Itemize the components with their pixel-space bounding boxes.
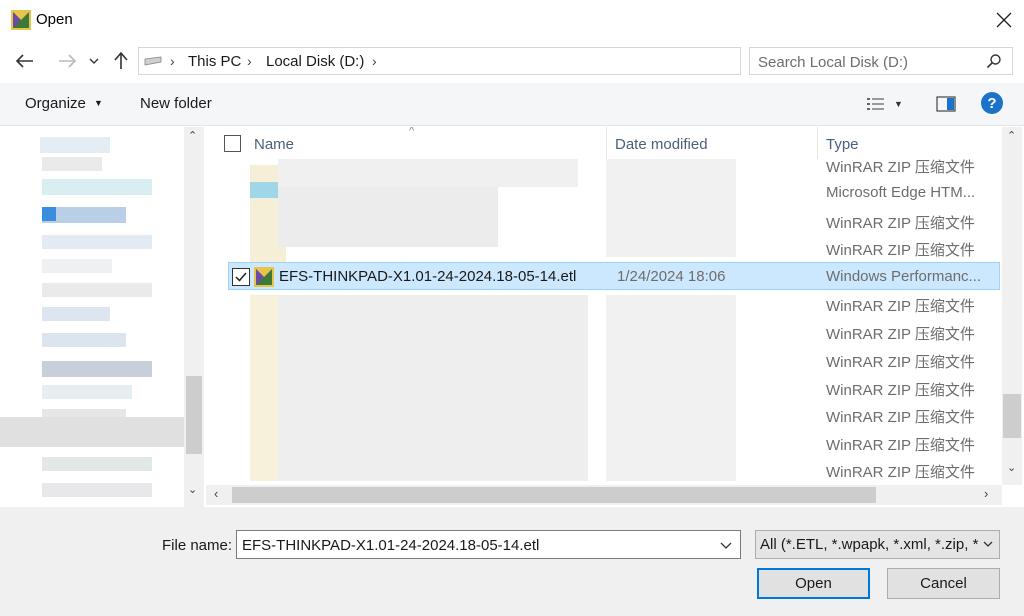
breadcrumb-separator: ›	[170, 53, 175, 69]
nav-pane-scroll-thumb[interactable]	[186, 376, 202, 454]
breadcrumb-this-pc[interactable]: This PC	[188, 53, 241, 70]
file-row[interactable]: WinRAR ZIP 压缩文件	[206, 374, 1002, 402]
caret-down-icon: ▼	[894, 99, 903, 109]
file-type: WinRAR ZIP 压缩文件	[826, 298, 975, 315]
file-date: 1/24/2024 18:06	[617, 268, 726, 285]
arrow-right-icon	[59, 54, 76, 68]
file-name: EFS-THINKPAD-X1.01-24-2024.18-05-14.etl	[279, 268, 577, 285]
organize-label: Organize	[25, 95, 86, 112]
file-type: WinRAR ZIP 压缩文件	[826, 354, 975, 371]
search-input[interactable]	[758, 52, 978, 72]
open-button[interactable]: Open	[757, 568, 870, 599]
search-box[interactable]	[749, 47, 1013, 75]
recent-locations-button[interactable]	[84, 47, 104, 75]
scroll-down-icon[interactable]: ⌄	[1007, 461, 1016, 474]
file-type: Microsoft Edge HTM...	[826, 184, 976, 201]
file-type-filter[interactable]: All (*.ETL, *.wpapk, *.xml, *.zip, *	[755, 530, 1000, 559]
checkmark-icon	[235, 272, 247, 282]
drive-icon	[144, 56, 162, 66]
scroll-left-icon[interactable]: ‹	[214, 486, 218, 501]
file-type: WinRAR ZIP 压缩文件	[826, 326, 975, 343]
file-row[interactable]: WinRAR ZIP 压缩文件	[206, 290, 1002, 318]
file-name-combobox[interactable]	[236, 530, 741, 559]
app-icon	[11, 10, 31, 30]
preview-pane-icon	[936, 96, 956, 112]
file-type: WinRAR ZIP 压缩文件	[826, 437, 975, 454]
chevron-down-icon	[983, 541, 993, 547]
file-row[interactable]: WinRAR ZIP 压缩文件	[206, 207, 1002, 235]
toolbar: Organize ▼ New folder ▼ ?	[0, 83, 1024, 126]
address-bar[interactable]: › This PC › Local Disk (D:) ›	[138, 47, 872, 75]
file-name-input[interactable]	[242, 535, 712, 555]
scroll-up-icon[interactable]: ⌃	[188, 129, 197, 142]
bottom-panel	[0, 507, 1024, 616]
chevron-down-icon[interactable]	[720, 536, 732, 554]
scroll-down-icon[interactable]: ⌄	[188, 483, 197, 496]
title-bar	[0, 0, 1024, 40]
file-row[interactable]: WinRAR ZIP 压缩文件	[206, 401, 1002, 429]
file-type-filter-value: All (*.ETL, *.wpapk, *.xml, *.zip, *	[760, 536, 979, 553]
file-name-label: File name:	[162, 537, 233, 554]
breadcrumb-local-disk[interactable]: Local Disk (D:)	[266, 53, 364, 70]
arrow-left-icon	[16, 54, 33, 68]
file-row[interactable]: Microsoft Edge HTM...	[206, 179, 1002, 207]
cancel-button[interactable]: Cancel	[887, 568, 1000, 599]
file-row[interactable]: WinRAR ZIP 压缩文件	[206, 346, 1002, 374]
search-icon	[986, 54, 1001, 69]
scroll-right-icon[interactable]: ›	[984, 486, 988, 501]
file-type: Windows Performanc...	[826, 268, 982, 285]
breadcrumb-separator: ›	[372, 53, 377, 69]
new-folder-button[interactable]: New folder	[140, 95, 212, 112]
select-all-checkbox[interactable]	[224, 135, 241, 152]
breadcrumb-separator: ›	[247, 53, 252, 69]
file-list-scroll-thumb[interactable]	[1003, 394, 1021, 438]
organize-button[interactable]: Organize ▼	[25, 95, 103, 112]
file-row[interactable]: WinRAR ZIP 压缩文件	[206, 456, 1002, 484]
details-view-icon	[867, 98, 884, 110]
file-type: WinRAR ZIP 压缩文件	[826, 382, 975, 399]
file-type: WinRAR ZIP 压缩文件	[826, 242, 975, 259]
change-view-button[interactable]: ▼	[866, 93, 912, 115]
help-button[interactable]: ?	[981, 92, 1003, 114]
close-button[interactable]	[984, 0, 1024, 40]
caret-down-icon: ▼	[94, 98, 103, 108]
preview-pane-button[interactable]	[934, 93, 958, 115]
file-type: WinRAR ZIP 压缩文件	[826, 464, 975, 481]
up-button[interactable]	[108, 47, 134, 75]
close-icon	[996, 12, 1012, 28]
scroll-up-icon[interactable]: ⌃	[1007, 129, 1016, 142]
file-type: WinRAR ZIP 压缩文件	[826, 215, 975, 232]
file-row[interactable]: WinRAR ZIP 压缩文件	[206, 429, 1002, 457]
file-row[interactable]: WinRAR ZIP 压缩文件	[206, 318, 1002, 346]
navigation-pane[interactable]	[0, 127, 206, 507]
etl-file-icon	[254, 267, 274, 287]
file-type: WinRAR ZIP 压缩文件	[826, 409, 975, 426]
file-row[interactable]: WinRAR ZIP 压缩文件	[206, 234, 1002, 262]
file-type: WinRAR ZIP 压缩文件	[826, 159, 975, 176]
file-row-selected[interactable]: EFS-THINKPAD-X1.01-24-2024.18-05-14.etl …	[228, 262, 1000, 290]
horizontal-scroll-thumb[interactable]	[232, 487, 876, 503]
arrow-up-icon	[114, 52, 128, 69]
window-title: Open	[36, 11, 73, 28]
sort-ascending-icon: ^	[409, 127, 415, 137]
chevron-down-icon	[89, 58, 99, 64]
file-row[interactable]: WinRAR ZIP 压缩文件	[206, 151, 1002, 179]
back-button[interactable]	[12, 47, 38, 75]
forward-button[interactable]	[54, 47, 80, 75]
row-checkbox[interactable]	[232, 268, 250, 286]
